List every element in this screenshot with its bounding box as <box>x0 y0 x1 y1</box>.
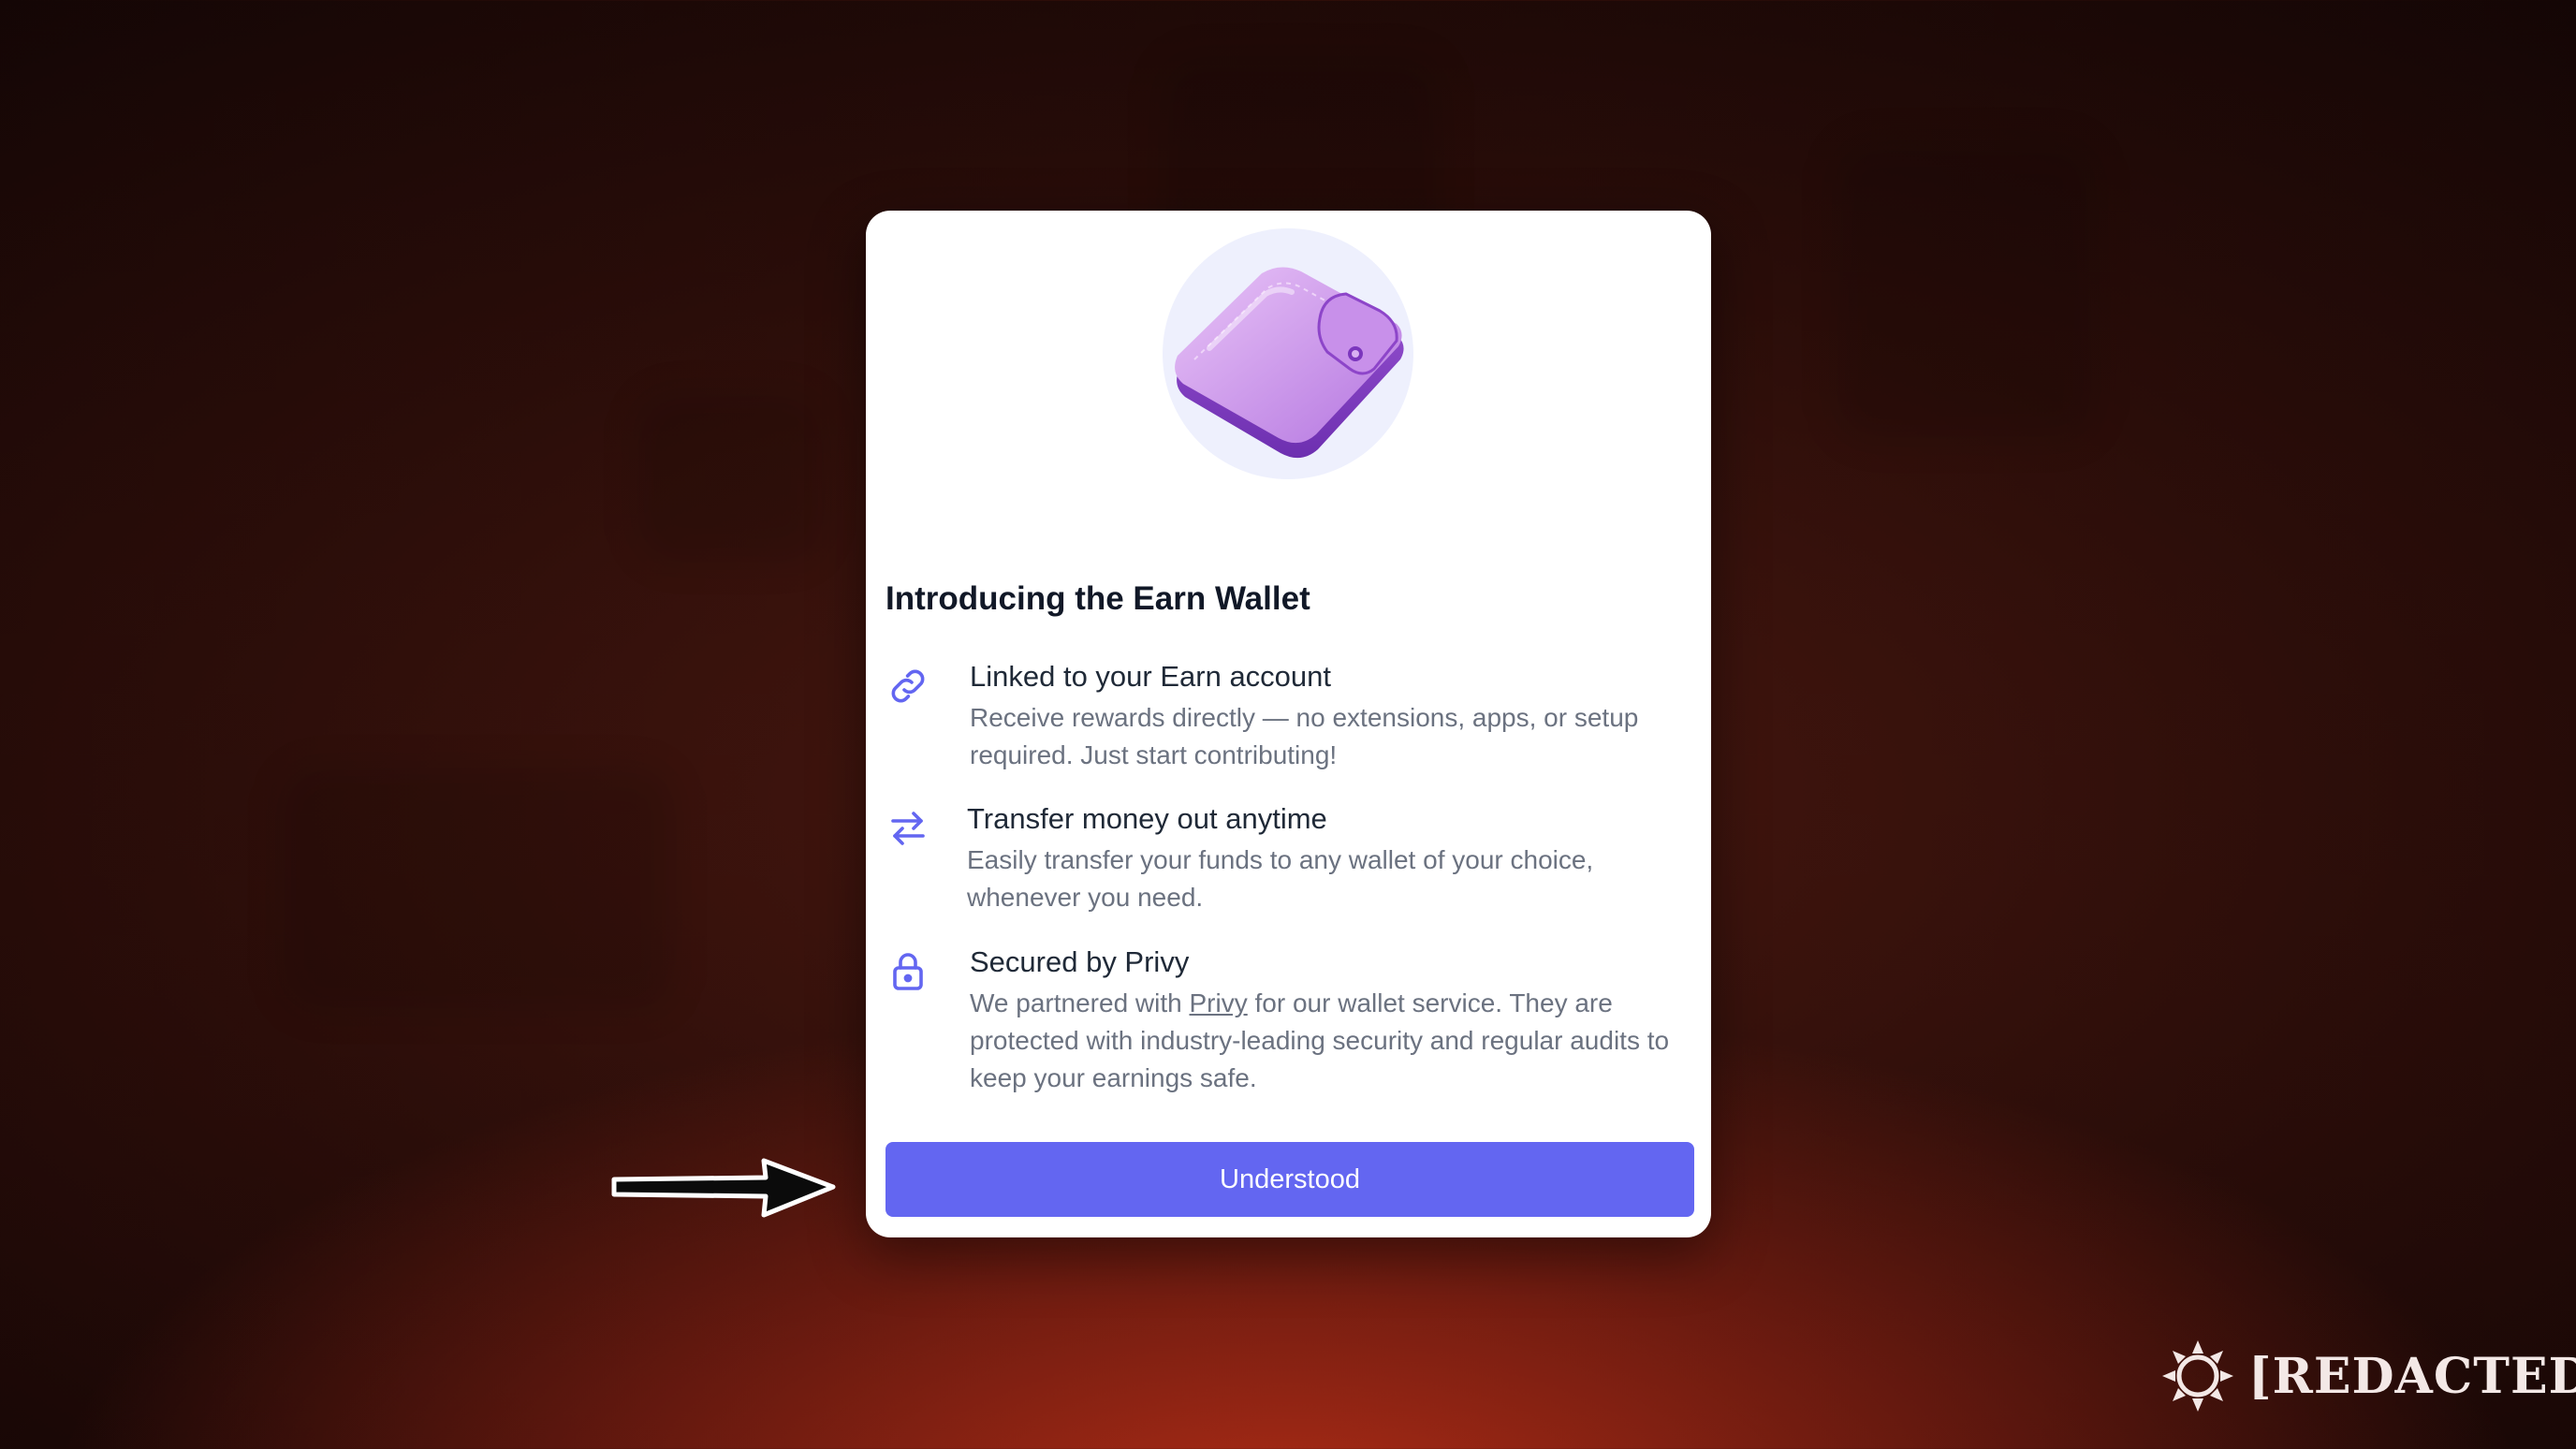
feature-transfer: Transfer money out anytime Easily transf… <box>886 802 1692 943</box>
feature-description: Receive rewards directly — no extensions… <box>970 703 1639 769</box>
background-shape <box>281 768 674 1011</box>
watermark: [REDACTED] <box>2160 1339 2576 1413</box>
description-text: We partnered with <box>970 988 1190 1017</box>
starburst-logo-icon <box>2162 1340 2233 1412</box>
lock-icon <box>893 953 923 990</box>
feature-security: Secured by Privy We partnered with Privy… <box>886 945 1692 1114</box>
feature-description: We partnered with Privy for our wallet s… <box>970 985 1681 1097</box>
link-icon <box>891 669 925 703</box>
earn-wallet-modal: Introducing the Earn Wallet Linked to yo… <box>866 211 1711 1237</box>
modal-title: Introducing the Earn Wallet <box>886 580 1310 617</box>
feature-linked-account: Linked to your Earn account Receive rewa… <box>886 660 1692 800</box>
feature-heading: Linked to your Earn account <box>970 660 1332 693</box>
feature-heading: Secured by Privy <box>970 945 1190 978</box>
watermark-text: [REDACTED] <box>2248 1347 2576 1405</box>
transfer-arrows-icon <box>891 812 925 845</box>
privy-link[interactable]: Privy <box>1190 988 1248 1017</box>
feature-description: Easily transfer your funds to any wallet… <box>967 845 1594 912</box>
arrow-pointer-icon <box>611 1158 836 1218</box>
feature-heading: Transfer money out anytime <box>967 802 1327 835</box>
background-shape <box>1835 140 2097 440</box>
background-shape <box>637 393 824 562</box>
understood-button[interactable]: Understood <box>886 1142 1694 1217</box>
purple-wallet-icon <box>1175 267 1404 459</box>
